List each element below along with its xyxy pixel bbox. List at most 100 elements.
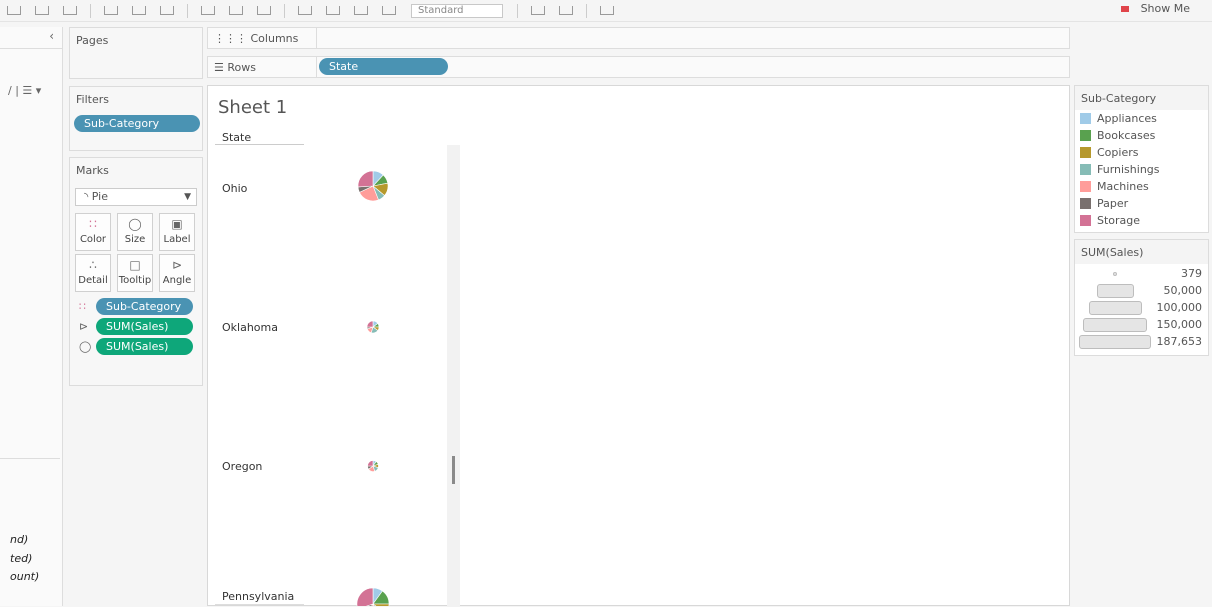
collapse-icon[interactable]: ‹ — [49, 29, 54, 43]
legend-swatch — [1080, 164, 1091, 175]
detail-button[interactable]: ∴ Detail — [75, 254, 111, 292]
shelf-divider — [316, 28, 317, 48]
state-column-header[interactable]: State — [222, 131, 251, 144]
legend-item-paper[interactable]: Paper — [1075, 195, 1208, 212]
legend-swatch — [1080, 147, 1091, 158]
legend-label: Copiers — [1097, 146, 1139, 159]
mark-type-select[interactable]: ◝ Pie ▼ — [75, 188, 197, 206]
rows-shelf[interactable]: ☰ Rows State — [207, 56, 1070, 78]
filters-shelf[interactable]: Filters Sub-Category — [69, 86, 203, 151]
data-pane-header: ‹ — [0, 27, 62, 49]
pie-slice-storage[interactable] — [366, 320, 374, 328]
sort-ascending-icon[interactable] — [229, 6, 243, 15]
pie-pennsylvania[interactable] — [353, 584, 393, 606]
size-legend[interactable]: SUM(Sales) 379 50,000 100,000 150,000 187,65… — [1074, 239, 1209, 356]
state-label[interactable]: Ohio — [222, 182, 247, 195]
size-pill-sum-sales[interactable]: SUM(Sales) — [96, 338, 193, 355]
row-divider — [215, 604, 304, 605]
color-legend[interactable]: Sub-Category Appliances Bookcases Copiers F… — [1074, 85, 1209, 233]
columns-shelf[interactable]: ⋮⋮⋮ Columns — [207, 27, 1070, 49]
marks-field-color: ∷ Sub-Category — [79, 298, 193, 315]
toolbar: Standard Show Me — [0, 0, 1212, 22]
state-label[interactable]: Oregon — [222, 460, 262, 473]
pie-oklahoma[interactable] — [364, 318, 382, 336]
scrollbar-thumb[interactable] — [452, 456, 455, 484]
pie-oregon[interactable] — [365, 458, 381, 474]
legend-label: Paper — [1097, 197, 1129, 210]
legend-swatch — [1080, 198, 1091, 209]
swap-icon[interactable] — [201, 6, 215, 15]
pie-slice-storage[interactable] — [367, 460, 374, 467]
data-pane: ‹ ∕ | ☰ ▾ nd) ted) ount) — [0, 27, 63, 606]
legend-item-machines[interactable]: Machines — [1075, 178, 1208, 195]
angle-button[interactable]: ⊳ Angle — [159, 254, 195, 292]
legend-item-appliances[interactable]: Appliances — [1075, 110, 1208, 127]
presentation-icon[interactable] — [531, 6, 545, 15]
vertical-scrollbar[interactable] — [447, 145, 460, 607]
size-legend-item: 100,000 — [1075, 300, 1208, 317]
size-button[interactable]: ◯ Size — [117, 213, 153, 251]
angle-icon: ⊳ — [171, 258, 183, 272]
legend-swatch — [1080, 215, 1091, 226]
group-icon[interactable] — [326, 6, 340, 15]
pie-slice-storage[interactable] — [357, 170, 374, 188]
legend-item-storage[interactable]: Storage — [1075, 212, 1208, 229]
new-sheet-icon[interactable] — [104, 6, 118, 15]
new-datasource-icon[interactable] — [35, 6, 49, 15]
legend-label: Appliances — [1097, 112, 1157, 125]
toolbar-divider — [517, 3, 518, 18]
sort-descending-icon[interactable] — [257, 6, 271, 15]
legend-item-copiers[interactable]: Copiers — [1075, 144, 1208, 161]
highlight-icon[interactable] — [298, 6, 312, 15]
filter-pill-sub-category[interactable]: Sub-Category — [74, 115, 200, 132]
label-button[interactable]: ▣ Label — [159, 213, 195, 251]
legend-swatch — [1080, 113, 1091, 124]
pages-shelf[interactable]: Pages — [69, 27, 203, 79]
clear-sheet-icon[interactable] — [160, 6, 174, 15]
legend-item-furnishings[interactable]: Furnishings — [1075, 161, 1208, 178]
share-icon[interactable] — [600, 6, 614, 15]
color-button-label: Color — [79, 234, 107, 245]
color-pill-sub-category[interactable]: Sub-Category — [96, 298, 193, 315]
size-legend-item: 150,000 — [1075, 317, 1208, 334]
marks-label: Marks — [76, 164, 109, 177]
data-pane-divider — [0, 458, 60, 459]
label-icon: ▣ — [171, 217, 183, 231]
field-item[interactable]: ount) — [10, 570, 39, 583]
state-label[interactable]: Oklahoma — [222, 321, 278, 334]
pie-slice-storage[interactable] — [356, 587, 374, 606]
angle-button-label: Angle — [162, 275, 192, 286]
color-icon: ∷ — [89, 217, 97, 231]
duplicate-sheet-icon[interactable] — [132, 6, 146, 15]
field-item[interactable]: ted) — [10, 552, 32, 565]
state-label[interactable]: Pennsylvania — [222, 590, 294, 603]
rows-pill-state[interactable]: State — [319, 58, 448, 75]
label-icon[interactable] — [354, 6, 368, 15]
color-button[interactable]: ∷ Color — [75, 213, 111, 251]
pie-ohio[interactable] — [353, 166, 393, 206]
field-item[interactable]: nd) — [10, 533, 28, 546]
columns-label: ⋮⋮⋮ Columns — [214, 32, 298, 45]
pause-icon[interactable] — [63, 6, 77, 15]
save-icon[interactable] — [7, 6, 21, 15]
size-legend-shape — [1079, 335, 1151, 349]
show-me-button[interactable]: Show Me — [1120, 2, 1190, 15]
tooltip-button[interactable]: □ Tooltip — [117, 254, 153, 292]
sheet-title[interactable]: Sheet 1 — [218, 97, 287, 118]
size-legend-item: 379 — [1075, 266, 1208, 283]
size-legend-shape — [1113, 272, 1117, 276]
color-legend-items: Appliances Bookcases Copiers Furnishings Mac… — [1075, 110, 1208, 229]
angle-pill-sum-sales[interactable]: SUM(Sales) — [96, 318, 193, 335]
legend-item-bookcases[interactable]: Bookcases — [1075, 127, 1208, 144]
detail-button-label: Detail — [78, 275, 108, 286]
size-legend-value: 187,653 — [1156, 335, 1203, 348]
tooltip-button-label: Tooltip — [118, 275, 152, 286]
legend-label: Storage — [1097, 214, 1141, 227]
fit-select[interactable]: Standard — [411, 3, 503, 18]
view-options-icon[interactable]: ☰ ▾ — [22, 84, 41, 97]
tooltip-icon[interactable] — [559, 6, 573, 15]
size-icon: ◯ — [79, 340, 92, 353]
pin-icon[interactable] — [382, 6, 396, 15]
filters-label: Filters — [76, 93, 109, 106]
filter-icon[interactable]: ∕ — [8, 84, 12, 97]
